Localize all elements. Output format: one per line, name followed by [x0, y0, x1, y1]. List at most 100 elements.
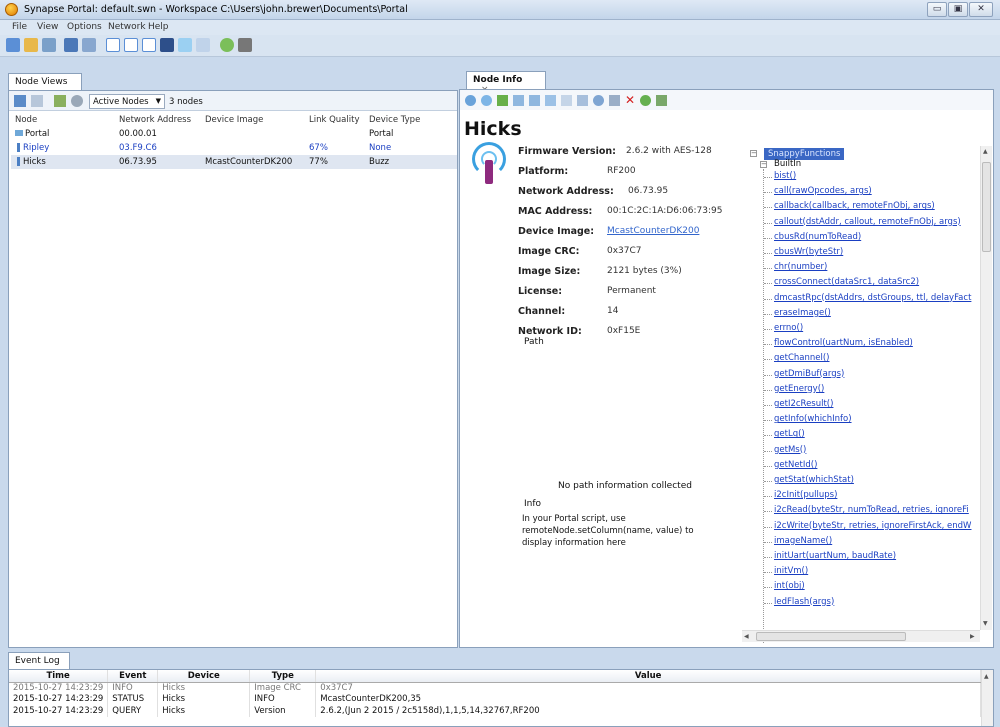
tree-function-item[interactable]: bist() [774, 171, 796, 181]
terminal-icon[interactable] [160, 38, 174, 52]
menu-help[interactable]: Help [148, 22, 169, 32]
tree-horizontal-scrollbar[interactable]: ◀ ▶ [742, 630, 980, 642]
tree-function-item[interactable]: getI2cResult() [774, 399, 833, 409]
tree-function-item[interactable]: cbusRd(numToRead) [774, 232, 861, 242]
scroll-left-icon[interactable]: ◀ [744, 633, 749, 640]
menu-view[interactable]: View [37, 22, 58, 32]
tree-function-item[interactable]: cbusWr(byteStr) [774, 247, 843, 257]
tree-function-item[interactable]: getDmiBuf(args) [774, 369, 844, 379]
config-icon[interactable] [561, 95, 572, 106]
erase-script-icon[interactable] [545, 95, 556, 106]
tree-function-item[interactable]: getChannel() [774, 353, 830, 363]
filter-select[interactable]: Active Nodes ▼ [89, 94, 165, 109]
table-row[interactable]: 2015-10-27 14:23:29 INFO Hicks Image CRC… [9, 682, 981, 693]
scroll-up-icon[interactable]: ▲ [984, 673, 989, 680]
scroll-right-icon[interactable]: ▶ [970, 633, 975, 640]
col-network-address[interactable]: Network Address [115, 113, 201, 127]
tree-function-item[interactable]: int(obj) [774, 581, 805, 591]
minimize-button[interactable]: ▭ [927, 2, 947, 17]
col-event[interactable]: Event [107, 670, 159, 683]
tree-function-item[interactable]: getStat(whichStat) [774, 475, 854, 485]
tree-function-item[interactable]: i2cRead(byteStr, numToRead, retries, ign… [774, 505, 969, 515]
tree-function-item[interactable]: i2cWrite(byteStr, retries, ignoreFirstAc… [774, 521, 971, 531]
grid-view-icon[interactable] [14, 95, 26, 107]
save-icon[interactable] [42, 38, 56, 52]
menu-options[interactable]: Options [67, 22, 102, 32]
tree-function-item[interactable]: errno() [774, 323, 803, 333]
menu-network[interactable]: Network [108, 22, 146, 32]
tree-function-item[interactable]: getInfo(whichInfo) [774, 414, 852, 424]
scroll-up-icon[interactable]: ▲ [983, 148, 988, 155]
collapse-icon[interactable]: − [750, 150, 757, 157]
tree-function-item[interactable]: callback(callback, remoteFnObj, args) [774, 201, 935, 211]
tree-function-item[interactable]: chr(number) [774, 262, 827, 272]
tree-vertical-scrollbar[interactable]: ▲ ▼ [980, 146, 992, 630]
tree-function-item[interactable]: dmcastRpc(dstAddrs, dstGroups, ttl, dela… [774, 293, 971, 303]
scroll-down-icon[interactable]: ▼ [983, 620, 988, 627]
tree-function-item[interactable]: eraseImage() [774, 308, 831, 318]
col-value[interactable]: Value [315, 670, 981, 683]
col-device[interactable]: Device [157, 670, 251, 683]
event-log-icon[interactable] [142, 38, 156, 52]
collapse-icon[interactable]: − [760, 161, 767, 168]
bar-chart-icon[interactable] [196, 38, 210, 52]
open-folder-icon[interactable] [24, 38, 38, 52]
col-device-type[interactable]: Device Type [365, 113, 457, 127]
maximize-button[interactable]: ▣ [948, 2, 968, 17]
tab-node-views[interactable]: Node Views [8, 73, 82, 91]
tab-event-log[interactable]: Event Log [8, 652, 70, 670]
reboot-icon[interactable] [497, 95, 508, 106]
broadcast-icon[interactable] [82, 38, 96, 52]
close-button[interactable]: ✕ [969, 2, 993, 17]
tree-function-item[interactable]: ledFlash(args) [774, 597, 834, 607]
delete-icon[interactable]: ✕ [625, 93, 635, 107]
node-info-icon[interactable] [124, 38, 138, 52]
query-icon[interactable] [465, 95, 476, 106]
upload-script-icon[interactable] [513, 95, 524, 106]
upload-image-icon[interactable] [529, 95, 540, 106]
tree-group-builtin[interactable]: BuiltIn [774, 159, 801, 169]
run-icon[interactable] [656, 95, 667, 106]
col-link-quality[interactable]: Link Quality [305, 113, 365, 127]
tree-function-item[interactable]: getLq() [774, 429, 805, 439]
tree-function-item[interactable]: getEnergy() [774, 384, 824, 394]
tree-view-icon[interactable] [31, 95, 43, 107]
line-chart-icon[interactable] [178, 38, 192, 52]
inspect-icon[interactable] [609, 95, 620, 106]
col-type[interactable]: Type [249, 670, 317, 683]
tree-function-item[interactable]: i2cInit(pullups) [774, 490, 837, 500]
table-row-selected[interactable]: Hicks 06.73.95 McastCounterDK200 77% Buz… [11, 155, 457, 169]
col-device-image[interactable]: Device Image [201, 113, 305, 127]
tree-function-item[interactable]: imageName() [774, 536, 832, 546]
tree-function-item[interactable]: getNetId() [774, 460, 817, 470]
add-node-icon[interactable] [54, 95, 66, 107]
sniffer-icon[interactable] [238, 38, 252, 52]
event-log-scrollbar[interactable]: ▲ [981, 670, 993, 726]
node-views-icon[interactable] [106, 38, 120, 52]
network-icon[interactable] [593, 95, 604, 106]
table-row[interactable]: 2015-10-27 14:23:29 QUERY Hicks Version … [9, 705, 981, 717]
table-row[interactable]: 2015-10-27 14:23:29 STATUS Hicks INFO Mc… [9, 693, 981, 705]
col-node[interactable]: Node [11, 113, 115, 127]
new-file-icon[interactable] [6, 38, 20, 52]
add-icon[interactable] [640, 95, 651, 106]
refresh-icon[interactable] [220, 38, 234, 52]
tree-function-item[interactable]: call(rawOpcodes, args) [774, 186, 872, 196]
tree-function-item[interactable]: initVm() [774, 566, 808, 576]
ping-icon[interactable] [71, 95, 83, 107]
table-row[interactable]: Ripley 03.F9.C6 67% None [11, 141, 457, 155]
scroll-thumb[interactable] [982, 162, 991, 252]
menu-file[interactable]: File [12, 22, 27, 32]
col-time[interactable]: Time [9, 670, 109, 683]
tab-node-info[interactable]: Node Info × [466, 71, 546, 95]
tree-function-item[interactable]: crossConnect(dataSrc1, dataSrc2) [774, 277, 919, 287]
tree-function-item[interactable]: flowControl(uartNum, isEnabled) [774, 338, 913, 348]
tree-function-item[interactable]: initUart(uartNum, baudRate) [774, 551, 896, 561]
table-row[interactable]: Portal 00.00.01 Portal [11, 127, 457, 141]
tree-function-item[interactable]: callout(dstAddr, callout, remoteFnObj, a… [774, 217, 961, 227]
ping-node-icon[interactable] [481, 95, 492, 106]
horizontal-scroll-thumb[interactable] [756, 632, 906, 641]
firmware-icon[interactable] [577, 95, 588, 106]
wand-icon[interactable] [64, 38, 78, 52]
device-image-link[interactable]: McastCounterDK200 [607, 226, 699, 236]
